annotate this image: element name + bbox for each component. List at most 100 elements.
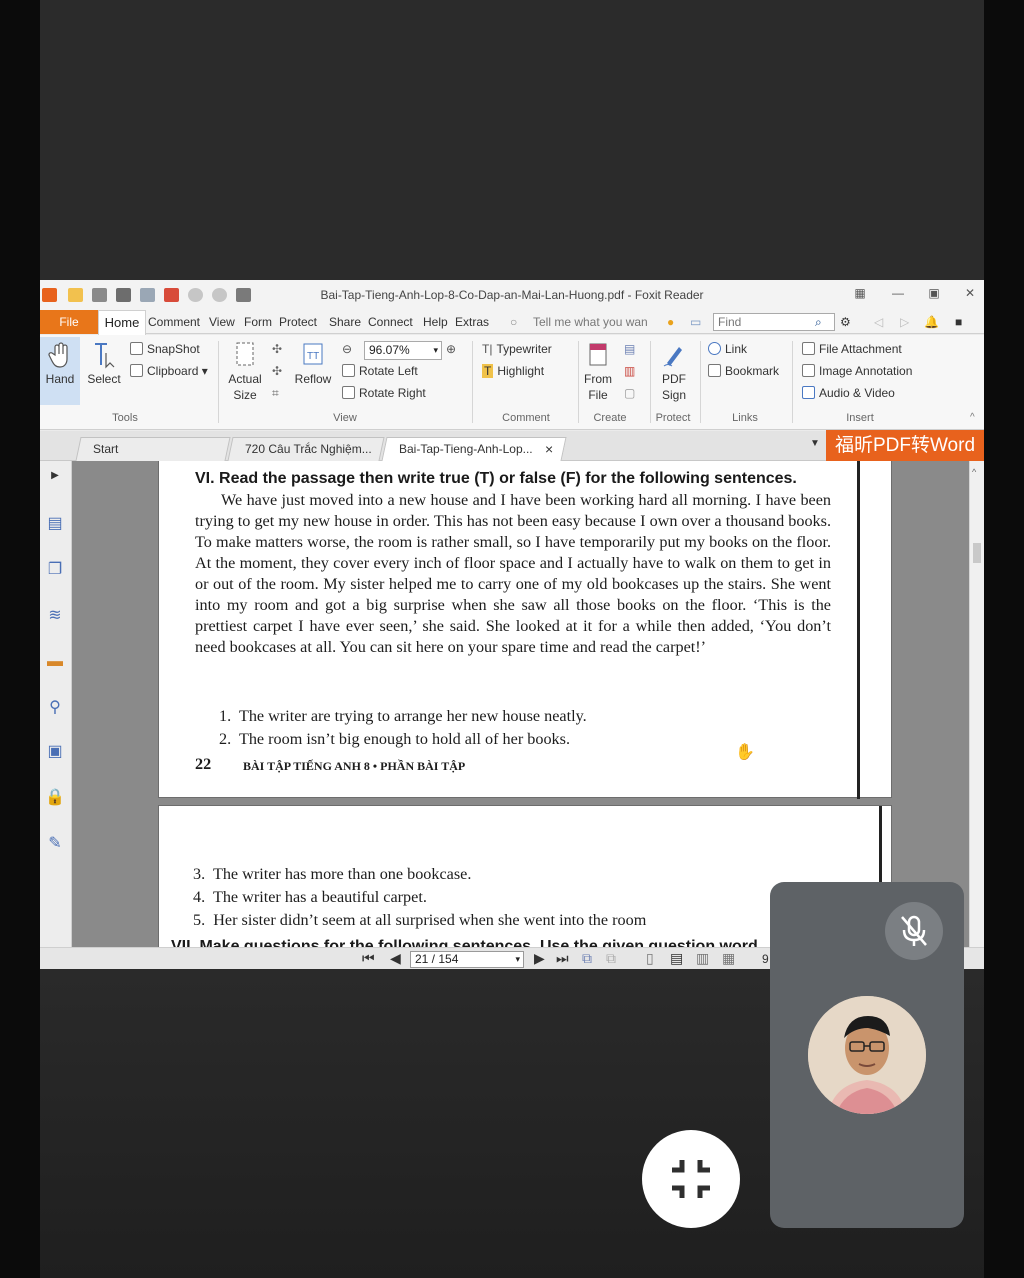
collapse-ribbon-icon[interactable]: ^	[970, 409, 975, 427]
signature-panel-icon[interactable]: ✎	[44, 833, 66, 855]
rotate-right-icon	[342, 386, 355, 399]
ribbon-display-icon[interactable]: ▦	[852, 286, 868, 300]
scroll-up-icon[interactable]: ^	[972, 467, 976, 477]
last-page-icon[interactable]: ⏭	[556, 950, 569, 967]
search-icon[interactable]: ⌕	[815, 315, 822, 330]
expand-panel-icon[interactable]: ▶	[44, 465, 66, 487]
prev-page-icon[interactable]: ◀	[390, 950, 401, 967]
smiley-icon[interactable]: ●	[667, 315, 674, 329]
highlight-button[interactable]: T Highlight	[482, 362, 544, 380]
navigation-panel: ▶ ▤ ❐ ≋ ▬ ⚲ ▣ 🔒 ✎	[40, 461, 72, 969]
menu-extras[interactable]: Extras	[455, 315, 489, 329]
continuous-icon[interactable]: ▤	[670, 950, 683, 967]
pages-panel-icon[interactable]: ❐	[44, 559, 66, 581]
group-label-insert: Insert	[846, 412, 874, 424]
document-view[interactable]: VI. Read the passage then write true (T)…	[72, 461, 969, 947]
fit-visible-icon[interactable]: ⌗	[272, 384, 279, 402]
comments-panel-icon[interactable]: ▬	[44, 651, 66, 673]
top-dark-area	[40, 0, 984, 280]
audio-video-button[interactable]: Audio & Video	[802, 384, 895, 402]
tab-720-cau[interactable]: 720 Câu Trắc Nghiệm...	[227, 437, 385, 461]
bookmarks-panel-icon[interactable]: ▤	[44, 513, 66, 535]
tab-start[interactable]: Start	[75, 437, 231, 461]
tab-current-label: Bai-Tap-Tieng-Anh-Lop...	[399, 442, 533, 456]
image-annotation-button[interactable]: Image Annotation	[802, 362, 912, 380]
lock-icon[interactable]: 🔒	[44, 787, 66, 809]
promo-banner[interactable]: 福昕PDF转Word	[826, 430, 984, 461]
facing-icon[interactable]: ▥	[696, 950, 709, 967]
find-options-icon[interactable]: ▭	[690, 315, 701, 329]
restore-icon[interactable]: ▣	[926, 286, 942, 300]
menu-share[interactable]: Share	[329, 315, 361, 329]
tab-start-label: Start	[93, 442, 119, 456]
from-clipboard-icon[interactable]: ▥	[624, 362, 635, 380]
file-menu[interactable]: File	[40, 310, 98, 334]
first-page-icon[interactable]: ⏮	[362, 950, 375, 967]
mic-off-icon[interactable]	[885, 902, 943, 960]
exit-fullscreen-button[interactable]	[642, 1130, 740, 1228]
select-label: Select	[87, 372, 121, 386]
blank-page-icon[interactable]: ▤	[624, 340, 635, 358]
pdf-sign-button[interactable]: PDF Sign	[654, 341, 694, 403]
close-window-icon[interactable]: ✕	[962, 286, 978, 300]
zoom-in-icon[interactable]: ⊕	[446, 340, 456, 358]
menu-protect[interactable]: Protect	[279, 315, 317, 329]
select-button[interactable]: Select	[84, 341, 124, 387]
scroll-thumb[interactable]	[973, 543, 981, 563]
link-button[interactable]: Link	[708, 340, 747, 358]
reflow-button[interactable]: TT Reflow	[292, 341, 334, 387]
layers-panel-icon[interactable]: ≋	[44, 605, 66, 627]
zoom-select[interactable]: 96.07% ▾	[364, 341, 442, 360]
from-file-button[interactable]: From File	[580, 341, 616, 403]
attachments-panel-icon[interactable]: ⚲	[44, 697, 66, 719]
continuous-facing-icon[interactable]: ▦	[722, 950, 735, 967]
tab-current-doc[interactable]: Bai-Tap-Tieng-Anh-Lop... ×	[381, 437, 567, 461]
reflow-label: Reflow	[294, 372, 332, 386]
minimize-icon[interactable]: —	[890, 286, 906, 300]
bell-icon[interactable]: 🔔	[924, 315, 939, 329]
rotate-right-button[interactable]: Rotate Right	[342, 384, 426, 402]
hand-button[interactable]: Hand	[40, 337, 80, 405]
menu-comment[interactable]: Comment	[148, 315, 200, 329]
prev-view-icon[interactable]: ⧉	[582, 950, 592, 967]
vertical-scrollbar[interactable]: ^	[969, 461, 984, 947]
tabs-dropdown-icon[interactable]: ▼	[810, 438, 820, 449]
bookmark-button[interactable]: Bookmark	[708, 362, 779, 380]
rotate-right-label: Rotate Right	[359, 386, 426, 400]
account-icon[interactable]: ■	[955, 315, 962, 329]
snapshot-button[interactable]: SnapShot	[130, 340, 200, 358]
from-scanner-icon[interactable]: ▢	[624, 384, 635, 402]
rotate-left-button[interactable]: Rotate Left	[342, 362, 418, 380]
actual-size-button[interactable]: Actual Size	[224, 341, 266, 403]
gear-icon[interactable]: ⚙	[840, 315, 851, 329]
security-panel-icon[interactable]: ▣	[44, 741, 66, 763]
tab-home[interactable]: Home	[98, 310, 146, 335]
clipboard-button[interactable]: Clipboard ▾	[130, 362, 208, 380]
next-view-icon[interactable]: ⧉	[606, 950, 616, 967]
fit-width-icon[interactable]: ✣	[272, 362, 282, 380]
fit-page-icon[interactable]: ✣	[272, 340, 282, 358]
prev-result-icon[interactable]: ◁	[874, 315, 883, 329]
zoom-status[interactable]: 9	[762, 952, 769, 966]
next-result-icon[interactable]: ▷	[900, 315, 909, 329]
zoom-out-icon[interactable]: ⊖	[342, 340, 352, 358]
snapshot-label: SnapShot	[147, 342, 200, 356]
menu-view[interactable]: View	[209, 315, 235, 329]
actual-size-label-2: Size	[233, 388, 257, 402]
hand-label: Hand	[45, 372, 75, 386]
menu-form[interactable]: Form	[244, 315, 272, 329]
next-page-icon[interactable]: ▶	[534, 950, 545, 967]
svg-text:TT: TT	[307, 351, 319, 362]
file-attachment-button[interactable]: File Attachment	[802, 340, 902, 358]
page-number-input[interactable]: 21 / 154 ▾	[410, 951, 524, 968]
group-separator	[578, 341, 579, 423]
menu-connect[interactable]: Connect	[368, 315, 413, 329]
question-5: 5. Her sister didn’t seem at all surpris…	[193, 911, 647, 929]
menu-help[interactable]: Help	[423, 315, 448, 329]
single-page-icon[interactable]: ▯	[646, 950, 654, 967]
typewriter-button[interactable]: T| Typewriter	[482, 340, 552, 358]
close-tab-icon[interactable]: ×	[545, 438, 553, 460]
tell-me-search[interactable]: Tell me what you wan	[533, 315, 648, 329]
right-dark-edge	[984, 0, 1024, 1278]
from-file-label-1: From	[584, 372, 612, 386]
